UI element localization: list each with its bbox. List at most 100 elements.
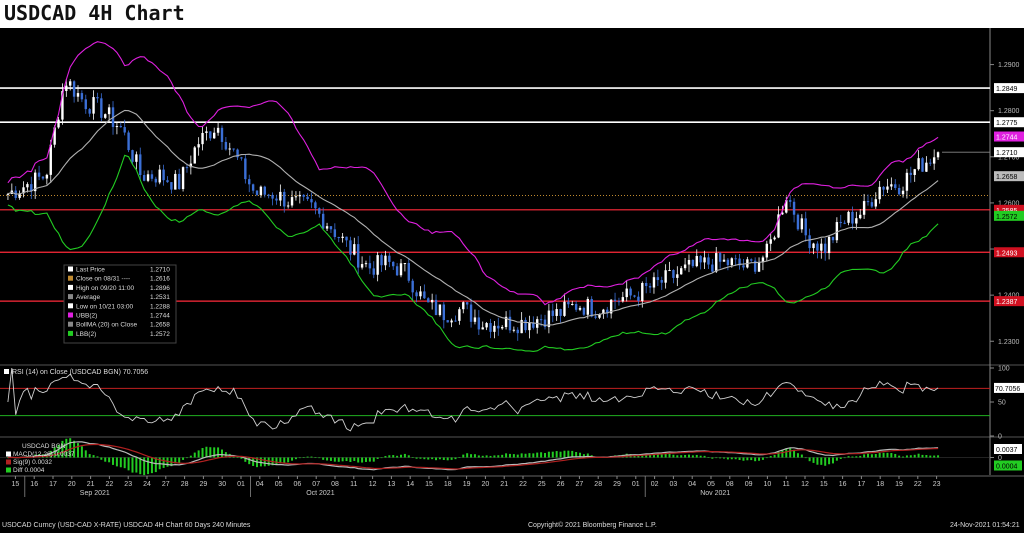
macd-diff-bar	[104, 457, 107, 462]
x-day-label: 10	[764, 481, 772, 488]
x-day-label: 12	[369, 481, 377, 488]
x-day-label: 28	[594, 481, 602, 488]
candle-body	[438, 304, 442, 316]
candle-body	[286, 205, 290, 207]
macd-diff-bar	[314, 457, 317, 458]
candle-body	[722, 259, 726, 262]
macd-diff-bar	[855, 456, 858, 458]
candle-body	[216, 127, 220, 133]
legend-swatch-last_price	[68, 266, 73, 272]
macd-diff-bar	[843, 457, 846, 459]
candle-body	[395, 266, 399, 276]
candle-body	[228, 148, 231, 150]
candle-body	[485, 323, 488, 328]
candle-body	[232, 148, 235, 150]
macd-diff-bar	[742, 457, 745, 461]
legend-swatch-low_on	[68, 303, 73, 309]
candle-body	[594, 316, 597, 318]
candle-body	[255, 190, 259, 195]
macd-diff-bar	[189, 455, 192, 458]
x-day-label: 07	[312, 481, 320, 488]
legend-box: Last Price 1.2710 Close on 08/31 ---- 1.261…	[63, 264, 177, 344]
macd-diff-bar	[493, 455, 496, 458]
macd-diff-bar	[501, 454, 504, 458]
macd-diff-bar	[423, 457, 426, 460]
candle-body	[901, 190, 905, 195]
candle-body	[477, 317, 481, 330]
macd-diff-bar	[396, 455, 399, 458]
candle-body	[925, 162, 928, 172]
macd-diff-bar	[427, 457, 430, 460]
candle-body	[734, 258, 737, 260]
macd-diff-bar	[119, 457, 122, 468]
macd-diff-bar	[909, 455, 912, 458]
macd-diff-bar	[555, 451, 558, 458]
legend-swatch-bollma	[68, 321, 73, 327]
x-day-label: 04	[688, 481, 696, 488]
macd-diff-bar	[419, 457, 422, 459]
candle-body	[341, 236, 344, 239]
x-day-label: 12	[801, 481, 809, 488]
macd-diff-bar	[185, 457, 188, 459]
macd-diff-bar	[691, 455, 694, 458]
macd-diff-bar	[851, 456, 854, 458]
level-tag-text: 1.2387	[996, 299, 1018, 306]
macd-diff-bar	[318, 457, 321, 459]
candle-body	[559, 309, 562, 316]
macd-diff-bar	[139, 457, 142, 475]
candle-body	[423, 291, 426, 299]
candle-body	[917, 158, 920, 170]
legend-value-bollma: 1.2658	[150, 322, 170, 329]
legend-value-high_on: 1.2896	[150, 285, 170, 292]
candle-body	[57, 119, 60, 128]
candle-body	[586, 298, 590, 315]
macd-diff-bar	[100, 457, 103, 460]
macd-diff-bar	[380, 457, 383, 459]
candle-body	[648, 286, 652, 288]
macd-diff-bar	[699, 455, 702, 458]
x-day-label: 29	[200, 481, 208, 488]
candle-body	[275, 198, 278, 201]
candle-body	[174, 173, 177, 190]
candle-body	[442, 304, 446, 321]
candle-body	[866, 201, 870, 203]
candle-body	[407, 263, 410, 281]
rsi-tick-label: 100	[998, 366, 1010, 373]
macd-diff-bar	[754, 457, 757, 462]
macd-diff-bar	[543, 452, 546, 458]
macd-diff-text: 0.0004	[996, 464, 1018, 471]
macd-diff-bar	[726, 457, 729, 460]
candle-body	[617, 301, 621, 303]
candle-body	[450, 320, 453, 323]
legend-value-low_on: 1.2288	[150, 303, 170, 310]
chart-title: USDCAD 4H Chart	[4, 1, 185, 25]
candle-body	[104, 114, 107, 118]
macd-diff-bar	[197, 450, 200, 458]
candle-body	[185, 167, 189, 169]
macd-diff-bar	[563, 450, 566, 458]
candle-body	[458, 309, 461, 321]
macd-diff-bar	[361, 457, 364, 463]
x-day-label: 26	[557, 481, 565, 488]
macd-diff-bars	[6, 438, 940, 476]
macd-legend-swatch	[6, 451, 11, 457]
candle-body	[329, 226, 333, 230]
macd-diff-bar	[804, 457, 807, 459]
candle-body	[162, 169, 165, 181]
candle-body	[154, 178, 158, 183]
x-day-label: 06	[294, 481, 302, 488]
macd-diff-bar	[263, 457, 266, 467]
macd-diff-bar	[329, 457, 332, 461]
rsi-line	[7, 367, 939, 432]
macd-diff-bar	[520, 453, 523, 458]
x-day-label: 14	[406, 481, 414, 488]
macd-diff-bar	[298, 457, 301, 459]
lbb-marker-text: 1.2572	[996, 214, 1018, 221]
candle-body	[72, 81, 76, 97]
macd-diff-bar	[532, 453, 535, 458]
candle-body	[897, 187, 901, 195]
macd-diff-bar	[310, 456, 313, 458]
candle-body	[263, 186, 266, 195]
macd-diff-bar	[400, 454, 403, 458]
candle-body	[808, 235, 811, 249]
